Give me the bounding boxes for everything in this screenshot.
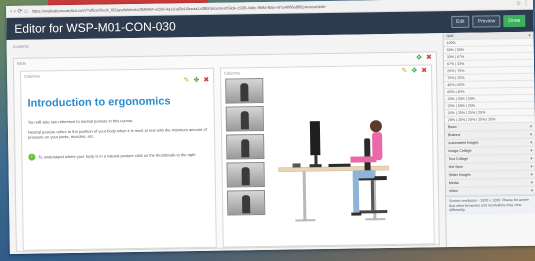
- info-icon: i: [28, 153, 36, 161]
- chevron-down-icon: ▾: [530, 147, 533, 153]
- contents-label: Contents: [12, 43, 29, 49]
- slide-label: Slide: [16, 60, 26, 66]
- nav-arrows-icon[interactable]: ‹ › ⟳ ⌂: [10, 8, 28, 15]
- move-icon[interactable]: ✥: [416, 54, 422, 61]
- posture-thumbnail[interactable]: [226, 189, 266, 216]
- thumbnail-list: [225, 77, 266, 216]
- chevron-down-icon: ▾: [530, 155, 533, 161]
- column-label: Columns: [24, 73, 40, 79]
- move-icon[interactable]: ✥: [193, 77, 199, 84]
- edit-icon[interactable]: ✎: [184, 77, 190, 84]
- column-tools: ✎ ✥ ✖: [184, 77, 210, 84]
- chevron-down-icon: ▾: [530, 187, 533, 193]
- page-title: Editor for WSP-M01-CON-030: [14, 19, 176, 36]
- posture-thumbnail[interactable]: [225, 105, 264, 132]
- resolution-note: Screen resolution - 1920 x 1200. Please …: [446, 194, 535, 215]
- chevron-down-icon: ▾: [530, 139, 533, 145]
- edit-button[interactable]: Edit: [450, 15, 470, 29]
- slide-tools: ✥ ✖: [416, 54, 432, 61]
- delete-icon[interactable]: ✖: [203, 77, 209, 84]
- hint-row: i To understand where your body is in a …: [28, 151, 196, 161]
- image-column[interactable]: Columns ✎ ✥ ✖: [219, 64, 435, 248]
- chevron-down-icon: ▾: [530, 131, 533, 137]
- slide-container[interactable]: Slide ✥ ✖ Columns ✎ ✥ ✖ Introduction to …: [12, 51, 440, 252]
- chevron-down-icon: ▾: [528, 32, 531, 38]
- slide-heading: Introduction to ergonomics: [27, 95, 171, 110]
- done-button[interactable]: Done: [503, 14, 526, 28]
- paragraph-2: Neutral posture refers to the position o…: [27, 126, 207, 140]
- chevron-down-icon: ▾: [530, 179, 533, 185]
- delete-icon[interactable]: ✖: [421, 67, 427, 74]
- editor-workspace: Contents Slide ✥ ✖ Columns ✎ ✥ ✖ Introdu…: [6, 33, 446, 254]
- text-column[interactable]: Columns ✎ ✥ ✖ Introduction to ergonomics…: [20, 67, 217, 251]
- delete-icon[interactable]: ✖: [426, 54, 432, 61]
- column-label: Columns: [224, 70, 240, 76]
- posture-thumbnail[interactable]: [226, 133, 265, 160]
- component-sidebar: Grid ▾ 100% 50% | 50% 33% | 67% 67% | 33…: [442, 31, 535, 248]
- posture-thumbnail[interactable]: [225, 77, 264, 104]
- posture-thumbnail[interactable]: [226, 161, 265, 188]
- hint-text: To understand where your body is in a na…: [38, 152, 197, 160]
- chevron-down-icon: ▾: [530, 163, 533, 169]
- column-tools: ✎ ✥ ✖: [401, 67, 427, 74]
- chevron-down-icon: ▾: [530, 171, 533, 177]
- browser-menu-icon[interactable]: ☆ ⋮: [516, 0, 529, 7]
- preview-button[interactable]: Preview: [472, 15, 501, 28]
- browser-window: ‹ › ⟳ ⌂ https://evaluationscardiva.com/?…: [6, 0, 535, 254]
- edit-icon[interactable]: ✎: [401, 68, 407, 75]
- paragraph-1: You will also see reference to neutral p…: [27, 118, 134, 125]
- move-icon[interactable]: ✥: [411, 68, 417, 75]
- ergonomic-workstation-image: [271, 77, 426, 240]
- chevron-down-icon: ▾: [529, 123, 532, 129]
